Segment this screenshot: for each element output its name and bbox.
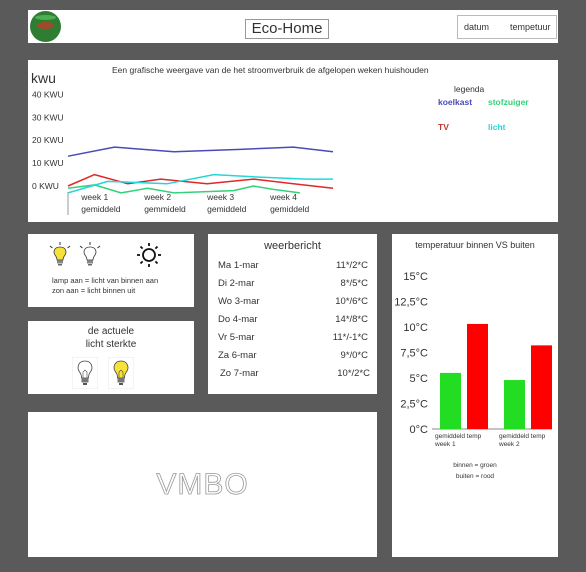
lamp-legend-line1: lamp aan = licht van binnen aan: [52, 276, 159, 285]
y-tick-label: 10 KWU: [32, 158, 64, 168]
weather-title: weerbericht: [264, 240, 321, 252]
y-tick-label: 12,5°C: [394, 297, 428, 309]
y-tick-label: 7,5°C: [400, 348, 428, 360]
y-tick-label: 20 KWU: [32, 135, 64, 145]
legend-stofzuiger: stofzuiger: [488, 97, 529, 107]
temperature-label: tempetuur: [510, 22, 551, 32]
bar-buiten-2: [531, 345, 552, 429]
x-tick-label: week 1: [434, 441, 456, 448]
energy-usage-panel: kwu Een grafische weergave van de het st…: [28, 60, 558, 222]
eco-home-logo-icon[interactable]: [30, 11, 61, 42]
x-tick-label: gemiddeld temp: [499, 433, 546, 440]
temperature-legend-line1: binnen = groen: [453, 462, 497, 469]
temperature-panel: temperatuur binnen VS buiten 15°C 12,5°C 1…: [392, 234, 558, 557]
weather-row: Za 6-mar 9*/0*C: [218, 350, 368, 361]
header-bar: Eco-Home datum tempetuur: [28, 10, 558, 43]
temperature-bar-chart: 15°C 12,5°C 10°C 7,5°C 5°C 2,5°C 0°C gemiddeld …: [394, 271, 552, 448]
series-line-koelkast: [67, 146, 334, 157]
x-tick-label: week 4: [269, 192, 297, 202]
y-tick-label: 30 KWU: [32, 112, 64, 122]
light-strength-panel: de actuele licht sterkte: [28, 321, 194, 394]
legend-licht: licht: [488, 122, 506, 132]
temperature-legend-line2: buiten = rood: [455, 473, 495, 480]
bar-buiten-1: [467, 323, 488, 429]
x-tick-label: week 2: [498, 441, 520, 448]
lamp-status-panel: lamp aan = licht van binnen aan zon aan …: [28, 234, 194, 307]
weather-row: Zo 7-mar 10*/2*C: [220, 368, 370, 379]
date-temp-box: datum tempetuur: [457, 15, 557, 39]
light-title-line1: de actuele: [87, 326, 135, 337]
sun-icon[interactable]: [136, 242, 162, 268]
date-label: datum: [464, 22, 490, 32]
y-tick-label: 40 KWU: [32, 89, 64, 99]
y-tick-label: 0°C: [410, 424, 429, 436]
y-tick-label: 0 KWU: [32, 181, 59, 191]
light-title-line2: licht sterkte: [85, 339, 137, 350]
vmbo-logo: VMBO: [156, 468, 249, 502]
weather-forecast-panel: weerbericht Ma 1-mar 11*/2*C Di 2-mar 8*/5…: [208, 234, 377, 394]
x-tick-label: week 1: [80, 192, 108, 202]
y-tick-label: 15°C: [403, 271, 428, 283]
weather-row: Do 4-mar 14*/8*C: [218, 314, 368, 325]
temperature-title: temperatuur binnen VS buiten: [415, 240, 535, 250]
legend-koelkast: koelkast: [438, 97, 473, 107]
app-title: Eco-Home: [245, 19, 329, 39]
x-tick-label: gemiddeld: [207, 204, 246, 214]
light-on-bulb-icon: [108, 357, 134, 389]
bar-binnen-2: [504, 380, 525, 429]
weather-row: Wo 3-mar 10*/6*C: [218, 296, 368, 307]
y-tick-label: 10°C: [403, 322, 428, 334]
legend-tv: TV: [438, 122, 449, 132]
x-tick-label: week 2: [143, 192, 171, 202]
x-tick-label: week 3: [206, 192, 234, 202]
lamp-off-icon[interactable]: [78, 242, 102, 270]
x-tick-label: gemiddeld temp: [435, 433, 482, 440]
legend-title: legenda: [454, 84, 485, 94]
light-off-bulb-icon: [72, 357, 98, 389]
vmbo-logo-panel: VMBO: [28, 412, 377, 557]
lamp-legend-line2: zon aan = licht binnen uit: [52, 286, 136, 295]
y-tick-label: 5°C: [410, 373, 429, 385]
x-tick-label: gemiddeld: [270, 204, 309, 214]
weather-row: Di 2-mar 8*/5*C: [218, 278, 368, 289]
lamp-on-icon[interactable]: [48, 242, 72, 270]
bar-binnen-1: [440, 372, 461, 429]
x-tick-label: gemmideld: [144, 204, 186, 214]
x-tick-label: gemiddeld: [81, 204, 120, 214]
y-tick-label: 2,5°C: [400, 399, 428, 411]
weather-row: Ma 1-mar 11*/2*C: [218, 260, 368, 271]
weather-row: Vr 5-mar 11*/-1*C: [218, 332, 368, 343]
